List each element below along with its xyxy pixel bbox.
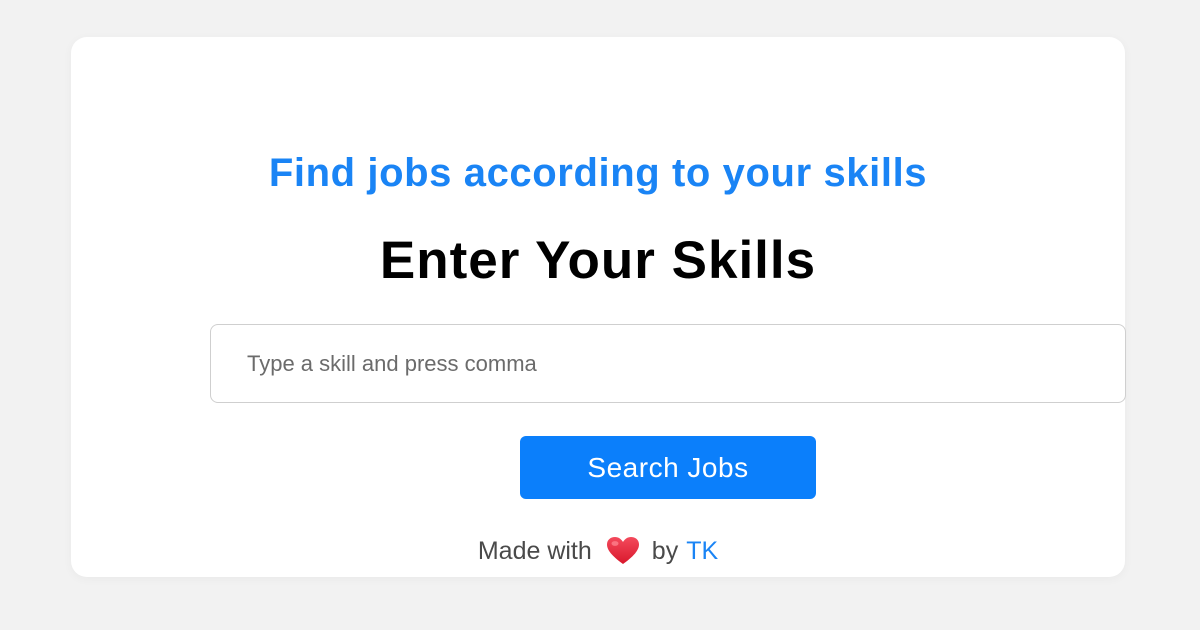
skills-card: Find jobs according to your skills Enter…: [71, 37, 1126, 577]
page-title: Enter Your Skills: [379, 231, 817, 290]
author-link[interactable]: TK: [686, 537, 718, 566]
by-text: by: [651, 536, 679, 565]
search-jobs-button[interactable]: Search Jobs: [520, 436, 816, 499]
made-with-text: Made with: [477, 536, 592, 565]
page-subtitle: Find jobs according to your skills: [268, 151, 928, 195]
heart-icon: [606, 536, 640, 566]
footer-credit: Made with by TK: [71, 534, 1125, 568]
skill-input[interactable]: [210, 324, 1126, 403]
